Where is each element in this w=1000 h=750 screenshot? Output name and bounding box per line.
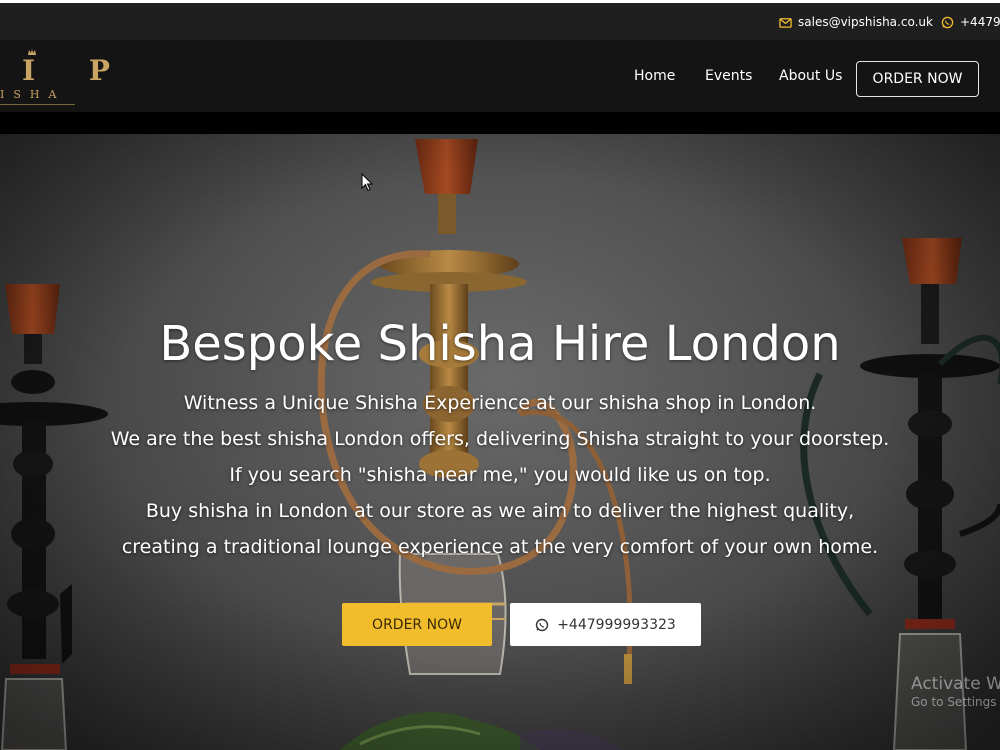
hero-text-line: If you search "shisha near me," you woul…	[229, 464, 771, 486]
logo-text: I P	[22, 54, 132, 87]
hero-text-line: creating a traditional lounge experience…	[121, 536, 879, 558]
envelope-icon	[779, 17, 792, 28]
hero-text-line: Buy shisha in London at our store as we …	[145, 500, 855, 522]
contact-email-link[interactable]: sales@vipshisha.co.uk	[779, 14, 933, 30]
logo-subtitle: ISHA	[0, 88, 66, 101]
hero-section: Bespoke Shisha Hire London Witness a Uni…	[0, 134, 1000, 750]
header-divider	[0, 112, 1000, 134]
logo-underline	[0, 104, 75, 105]
windows-activation-watermark: Activate W Go to Settings	[911, 674, 1000, 709]
contact-email-text: sales@vipshisha.co.uk	[798, 15, 933, 29]
whatsapp-icon	[941, 16, 954, 28]
nav-about-us[interactable]: About Us	[779, 40, 842, 112]
mouse-cursor-icon	[361, 173, 373, 192]
watermark-title: Activate W	[911, 674, 1000, 694]
whatsapp-icon	[535, 618, 549, 631]
watermark-subtitle: Go to Settings	[911, 695, 997, 709]
hero-title: Bespoke Shisha Hire London	[159, 316, 841, 372]
contact-phone-text: +44799	[960, 15, 1000, 29]
hero-phone-number: +447999993323	[557, 616, 676, 633]
hero-text-line: Witness a Unique Shisha Experience at ou…	[183, 392, 817, 414]
hero-text-line: We are the best shisha London offers, de…	[110, 428, 890, 450]
contact-phone-link[interactable]: +44799	[941, 14, 1000, 30]
hero-order-now-button[interactable]: ORDER NOW	[342, 603, 492, 646]
nav-events[interactable]: Events	[705, 40, 752, 112]
nav-home[interactable]: Home	[634, 40, 675, 112]
contact-bar: sales@vipshisha.co.uk +44799	[0, 3, 1000, 40]
site-header: I P ISHA Home Events About Us ORDER NOW	[0, 40, 1000, 112]
hero-whatsapp-button[interactable]: +447999993323	[510, 603, 701, 646]
nav-order-now-button[interactable]: ORDER NOW	[856, 61, 979, 97]
site-logo[interactable]: I P ISHA	[0, 46, 110, 108]
